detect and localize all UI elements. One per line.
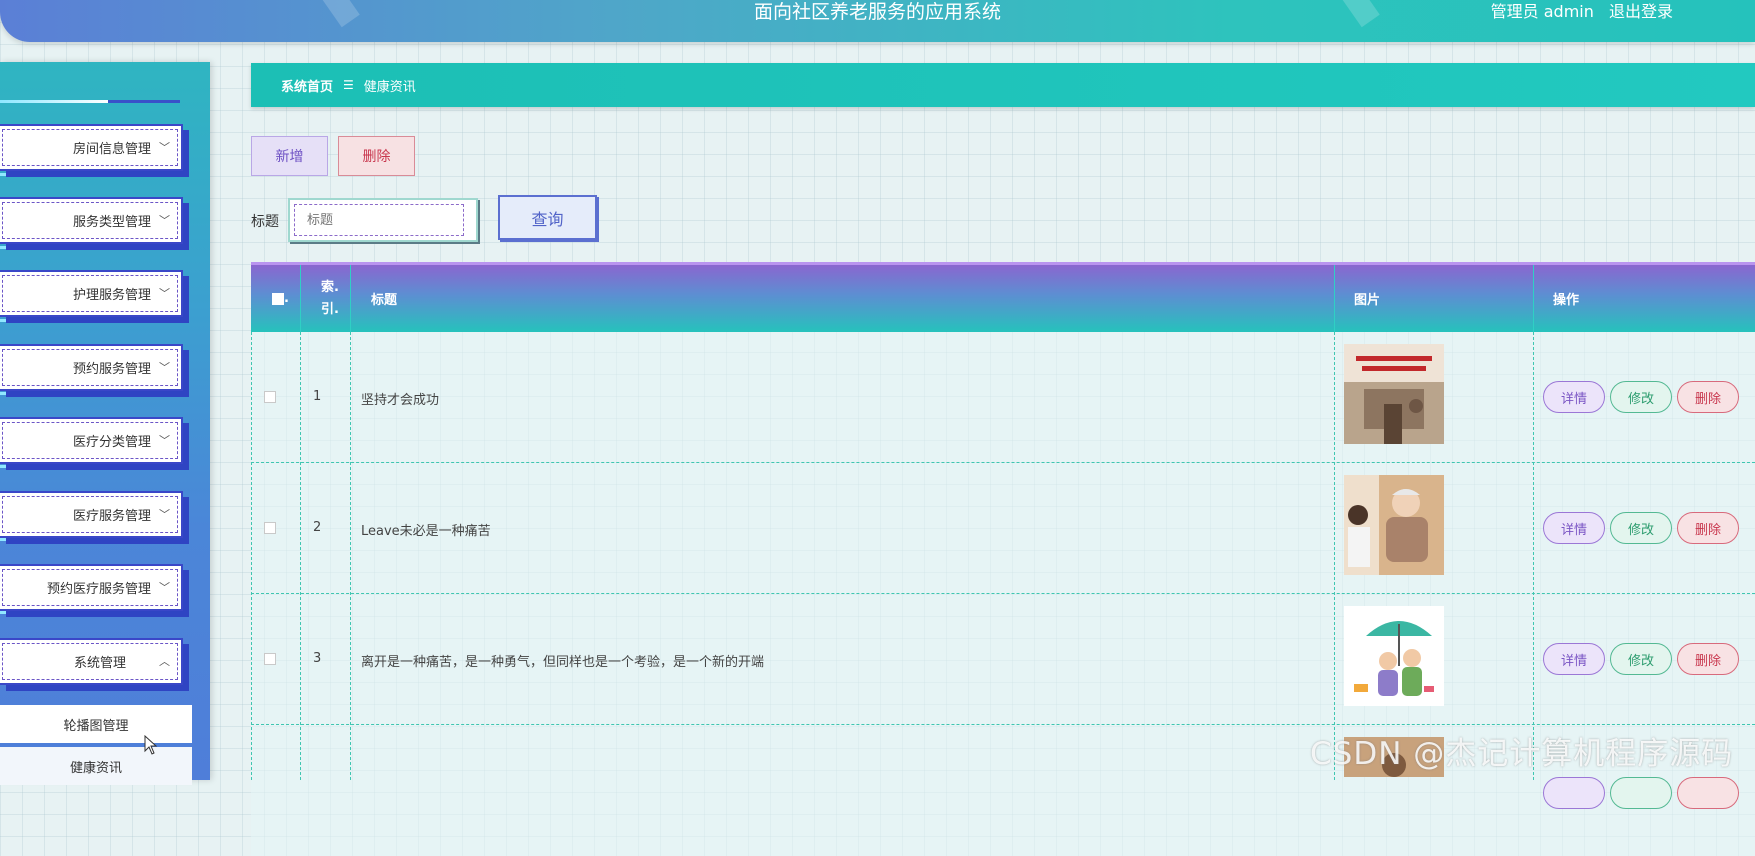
header-index-bottom: 引. xyxy=(321,301,339,317)
delete-button[interactable] xyxy=(1677,777,1739,809)
column-divider xyxy=(251,332,252,780)
detail-button[interactable]: 详情 xyxy=(1543,643,1605,675)
sidebar-subitem-carousel[interactable]: 轮播图管理 xyxy=(0,705,192,743)
detail-button[interactable] xyxy=(1543,777,1605,809)
table-row: 3 离开是一种痛苦，是一种勇气，但同样也是一个考验，是一个新的开端 详情 修改 … xyxy=(251,594,1755,725)
sidebar-divider xyxy=(0,611,180,614)
sidebar-item-label: 医疗服务管理 xyxy=(72,509,151,524)
sidebar-item-label: 预约医疗服务管理 xyxy=(46,582,151,597)
row-checkbox[interactable] xyxy=(264,391,276,403)
sidebar-item-service-type[interactable]: 服务类型管理 ﹀ xyxy=(0,197,183,244)
mouse-cursor-icon xyxy=(144,735,158,755)
chevron-down-icon: ﹀ xyxy=(159,286,170,300)
sidebar-subitem-health-news[interactable]: 健康资讯 xyxy=(0,747,192,785)
row-checkbox[interactable] xyxy=(264,522,276,534)
watermark: CSDN @杰记计算机程序源码 xyxy=(1310,736,1734,772)
sidebar-item-label: 系统管理 xyxy=(73,656,126,671)
sidebar-item-medical-category[interactable]: 医疗分类管理 ﹀ xyxy=(0,417,183,464)
delete-button[interactable]: 删除 xyxy=(1677,512,1739,544)
column-divider xyxy=(1533,332,1534,780)
sidebar-divider xyxy=(0,319,180,322)
breadcrumb-current: 健康资讯 xyxy=(363,79,416,95)
table-header: . 索. 引. 标题 图片 操作 xyxy=(251,262,1755,332)
detail-button[interactable]: 详情 xyxy=(1543,512,1605,544)
sidebar-item-label: 房间信息管理 xyxy=(72,142,151,157)
row-title: 离开是一种痛苦，是一种勇气，但同样也是一个考验，是一个新的开端 xyxy=(361,655,765,670)
sidebar-divider xyxy=(0,538,180,541)
title-search-input[interactable] xyxy=(294,204,464,236)
breadcrumb-home[interactable]: 系统首页 xyxy=(281,76,333,95)
logout-link[interactable]: 退出登录 xyxy=(1609,2,1673,21)
column-divider xyxy=(1334,332,1335,780)
header-index: 索. 引. xyxy=(321,265,339,332)
row-index: 3 xyxy=(313,651,322,666)
top-header: 面向社区养老服务的应用系统 管理员 admin 退出登录 xyxy=(0,0,1755,42)
column-divider xyxy=(350,332,351,780)
breadcrumb-separator-icon: ☰ xyxy=(343,78,354,92)
table-row: 1 坚持才会成功 详情 修改 删除 xyxy=(251,332,1755,463)
chevron-down-icon: ﹀ xyxy=(159,433,170,447)
row-index: 1 xyxy=(313,389,322,404)
header-actions: 操作 xyxy=(1553,293,1580,308)
row-checkbox[interactable] xyxy=(264,653,276,665)
header-dot: . xyxy=(284,291,289,306)
header-divider xyxy=(300,265,301,332)
search-label: 标题 xyxy=(251,214,279,230)
sidebar-divider xyxy=(0,100,180,103)
sidebar-item-label: 预约服务管理 xyxy=(72,362,151,377)
sidebar-item-label: 医疗分类管理 xyxy=(72,435,151,450)
news-thumbnail xyxy=(1344,606,1444,706)
table-row: 2 Leave未必是一种痛苦 详情 修改 删除 xyxy=(251,463,1755,594)
search-field-frame xyxy=(288,198,478,242)
row-title: 坚持才会成功 xyxy=(361,393,440,408)
sidebar-item-booking-service[interactable]: 预约服务管理 ﹀ xyxy=(0,344,183,391)
news-thumbnail xyxy=(1344,344,1444,444)
column-divider xyxy=(300,332,301,780)
user-area: 管理员 admin 退出登录 xyxy=(1481,0,1673,24)
sidebar-item-room-info[interactable]: 房间信息管理 ﹀ xyxy=(0,124,183,171)
header-image: 图片 xyxy=(1354,293,1381,308)
edit-button[interactable]: 修改 xyxy=(1610,381,1672,413)
delete-button[interactable]: 删除 xyxy=(1677,643,1739,675)
edit-button[interactable]: 修改 xyxy=(1610,512,1672,544)
sidebar-item-nursing-service[interactable]: 护理服务管理 ﹀ xyxy=(0,270,183,317)
edit-button[interactable] xyxy=(1610,777,1672,809)
sidebar-item-medical-booking[interactable]: 预约医疗服务管理 ﹀ xyxy=(0,564,183,611)
news-thumbnail xyxy=(1344,475,1444,575)
sidebar-divider xyxy=(0,246,180,249)
chevron-down-icon: ﹀ xyxy=(159,213,170,227)
chevron-down-icon: ﹀ xyxy=(159,580,170,594)
header-select-all[interactable]: . xyxy=(272,265,289,332)
query-button[interactable]: 查询 xyxy=(498,195,597,240)
chevron-up-icon: ︿ xyxy=(159,654,170,668)
batch-delete-button[interactable]: 删除 xyxy=(338,136,415,176)
header-divider xyxy=(1533,265,1534,332)
sidebar-divider xyxy=(0,465,180,468)
chevron-down-icon: ﹀ xyxy=(159,140,170,154)
detail-button[interactable]: 详情 xyxy=(1543,381,1605,413)
header-divider xyxy=(350,265,351,332)
sidebar-item-label: 服务类型管理 xyxy=(72,215,151,230)
header-index-top: 索. xyxy=(321,279,339,295)
row-title: Leave未必是一种痛苦 xyxy=(361,524,491,539)
add-button[interactable]: 新增 xyxy=(251,136,328,176)
breadcrumb: 系统首页 ☰ 健康资讯 xyxy=(251,63,1755,107)
user-role: 管理员 admin xyxy=(1490,2,1594,21)
header-title: 标题 xyxy=(371,293,398,308)
chevron-down-icon: ﹀ xyxy=(159,507,170,521)
sidebar-item-system[interactable]: 系统管理 ︿ xyxy=(0,638,183,685)
sidebar-item-medical-service[interactable]: 医疗服务管理 ﹀ xyxy=(0,491,183,538)
sidebar-item-label: 护理服务管理 xyxy=(72,288,151,303)
checkbox-icon xyxy=(272,292,284,305)
chevron-down-icon: ﹀ xyxy=(159,360,170,374)
edit-button[interactable]: 修改 xyxy=(1610,643,1672,675)
delete-button[interactable]: 删除 xyxy=(1677,381,1739,413)
row-index: 2 xyxy=(313,520,322,535)
header-divider xyxy=(1334,265,1335,332)
sidebar-divider xyxy=(0,173,180,176)
sidebar-divider xyxy=(0,392,180,395)
